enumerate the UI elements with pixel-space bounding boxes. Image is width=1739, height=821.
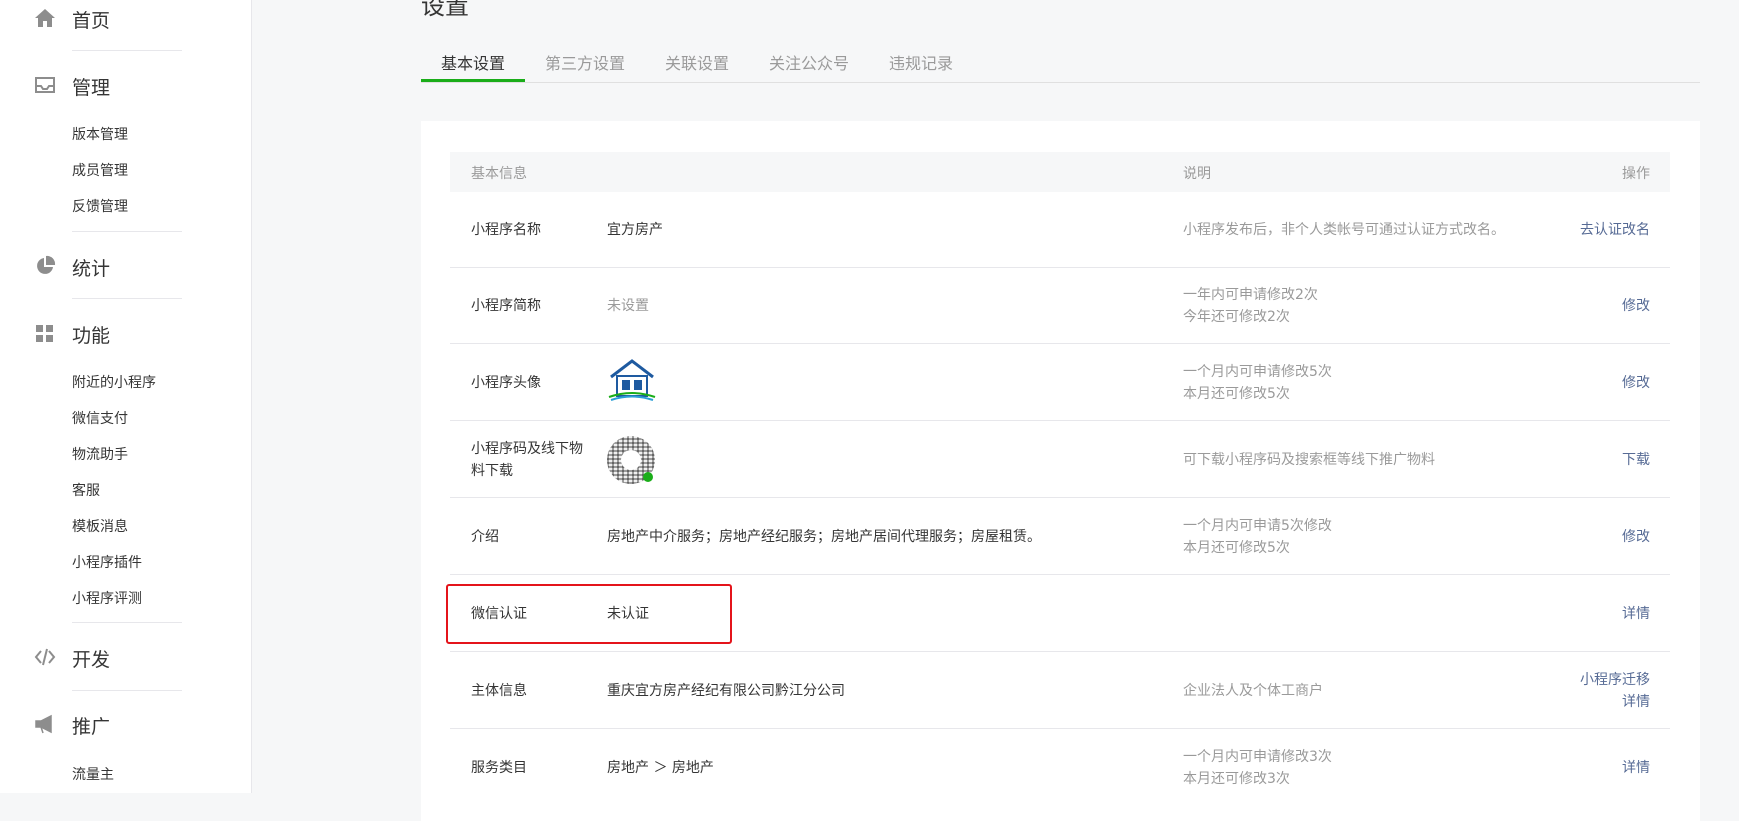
qr-code-image: [607, 436, 655, 484]
row-desc: 本月还可修改3次: [1183, 771, 1290, 787]
header-desc: 说明: [1183, 166, 1211, 182]
inbox-icon: [35, 77, 55, 93]
table-row: 小程序头像 一个月内可申请修改5次 本月还可修改5次 修改: [450, 345, 1670, 421]
row-value: 房地产中介服务；房地产经纪服务；房地产居间代理服务；房屋租赁。: [607, 529, 1041, 545]
pie-chart-icon: [37, 255, 56, 274]
row-label: 介绍: [471, 529, 499, 545]
divider: [72, 298, 182, 299]
table-row: 小程序码及线下物 料下载 可下载小程序码及搜索框等线下推广物料 下载: [450, 422, 1670, 498]
row-label: 服务类目: [471, 760, 527, 776]
migrate-link[interactable]: 小程序迁移: [1580, 669, 1650, 691]
nav-home[interactable]: 首页: [72, 6, 110, 33]
edit-link[interactable]: 修改: [1622, 526, 1650, 548]
tab-follow-account[interactable]: 关注公众号: [769, 50, 849, 82]
row-desc: 本月还可修改5次: [1183, 386, 1290, 402]
nav-manage[interactable]: 管理: [72, 73, 110, 100]
table-header: 基本信息 说明 操作: [450, 152, 1670, 192]
nav-wechat-pay[interactable]: 微信支付: [72, 408, 128, 428]
nav-stats[interactable]: 统计: [72, 254, 110, 281]
avatar: [608, 359, 656, 401]
nav-develop[interactable]: 开发: [72, 645, 110, 672]
row-desc: 一个月内可申请修改5次: [1183, 364, 1332, 380]
row-label: 小程序码及线下物: [471, 441, 583, 457]
row-value: 未设置: [607, 298, 649, 314]
table-row: 主体信息 重庆宜方房产经纪有限公司黔江分公司 企业法人及个体工商户 小程序迁移 …: [450, 653, 1670, 729]
divider: [72, 231, 182, 232]
nav-nearby-miniprogram[interactable]: 附近的小程序: [72, 372, 156, 392]
table-row: 小程序名称 宜方房产 小程序发布后，非个人类帐号可通过认证方式改名。 去认证改名: [450, 192, 1670, 268]
row-label: 小程序简称: [471, 298, 541, 314]
qr-center: [621, 450, 641, 470]
nav-template-message[interactable]: 模板消息: [72, 516, 128, 536]
nav-promote[interactable]: 推广: [72, 712, 110, 739]
qr-badge: [643, 472, 653, 482]
divider: [72, 50, 182, 51]
row-desc: 可下载小程序码及搜索框等线下推广物料: [1183, 452, 1435, 468]
tab-bar: 基本设置 第三方设置 关联设置 关注公众号 违规记录: [421, 48, 1700, 83]
table-row: 小程序简称 未设置 一年内可申请修改2次 今年还可修改2次 修改: [450, 268, 1670, 344]
edit-link[interactable]: 修改: [1622, 295, 1650, 317]
edit-link[interactable]: 修改: [1622, 372, 1650, 394]
tab-violation-records[interactable]: 违规记录: [889, 50, 953, 82]
nav-version-manage[interactable]: 版本管理: [72, 124, 128, 144]
nav-traffic-owner[interactable]: 流量主: [72, 764, 114, 784]
nav-member-manage[interactable]: 成员管理: [72, 160, 128, 180]
details-link[interactable]: 详情: [1622, 603, 1650, 625]
grid-icon: [36, 325, 53, 342]
details-link[interactable]: 详情: [1622, 691, 1650, 713]
nav-feedback-manage[interactable]: 反馈管理: [72, 196, 128, 216]
divider: [72, 690, 182, 691]
download-link[interactable]: 下载: [1622, 449, 1650, 471]
row-value: 宜方房产: [607, 222, 663, 238]
nav-plugin[interactable]: 小程序插件: [72, 552, 142, 572]
home-icon: [35, 9, 55, 27]
sidebar: 首页 管理 版本管理 成员管理 反馈管理 统计 功能 附近的小程序 微信支付 物…: [0, 0, 252, 793]
row-desc: 一个月内可申请修改3次: [1183, 749, 1332, 765]
row-label: 小程序名称: [471, 222, 541, 238]
nav-customer-service[interactable]: 客服: [72, 480, 100, 500]
row-label: 料下载: [471, 463, 513, 479]
row-desc: 企业法人及个体工商户: [1183, 683, 1323, 699]
nav-logistics[interactable]: 物流助手: [72, 444, 128, 464]
row-value: 重庆宜方房产经纪有限公司黔江分公司: [607, 683, 845, 699]
table-row: 介绍 房地产中介服务；房地产经纪服务；房地产居间代理服务；房屋租赁。 一个月内可…: [450, 499, 1670, 575]
page-title: 设置: [421, 0, 469, 20]
row-desc: 一年内可申请修改2次: [1183, 287, 1318, 303]
active-tab-indicator: [421, 79, 525, 82]
divider: [72, 622, 182, 623]
row-value: 房地产 ＞ 房地产: [607, 760, 714, 776]
row-desc: 小程序发布后，非个人类帐号可通过认证方式改名。: [1183, 222, 1505, 238]
table-row: 服务类目 房地产 ＞ 房地产 一个月内可申请修改3次 本月还可修改3次 详情: [450, 730, 1670, 806]
header-info: 基本信息: [471, 166, 527, 182]
row-desc: 本月还可修改5次: [1183, 540, 1290, 556]
tab-association[interactable]: 关联设置: [665, 50, 729, 82]
highlight-box: [446, 584, 732, 644]
row-desc: 今年还可修改2次: [1183, 309, 1290, 325]
row-label: 小程序头像: [471, 375, 541, 391]
megaphone-icon: [35, 714, 52, 734]
row-desc: 一个月内可申请5次修改: [1183, 518, 1332, 534]
tab-basic-settings[interactable]: 基本设置: [441, 50, 505, 82]
nav-features[interactable]: 功能: [72, 321, 110, 348]
header-op: 操作: [1622, 166, 1650, 182]
tab-third-party[interactable]: 第三方设置: [545, 50, 625, 82]
nav-evaluation[interactable]: 小程序评测: [72, 588, 142, 608]
details-link[interactable]: 详情: [1622, 757, 1650, 779]
row-label: 主体信息: [471, 683, 527, 699]
code-icon: [34, 648, 56, 666]
rename-via-verification-link[interactable]: 去认证改名: [1580, 219, 1650, 241]
